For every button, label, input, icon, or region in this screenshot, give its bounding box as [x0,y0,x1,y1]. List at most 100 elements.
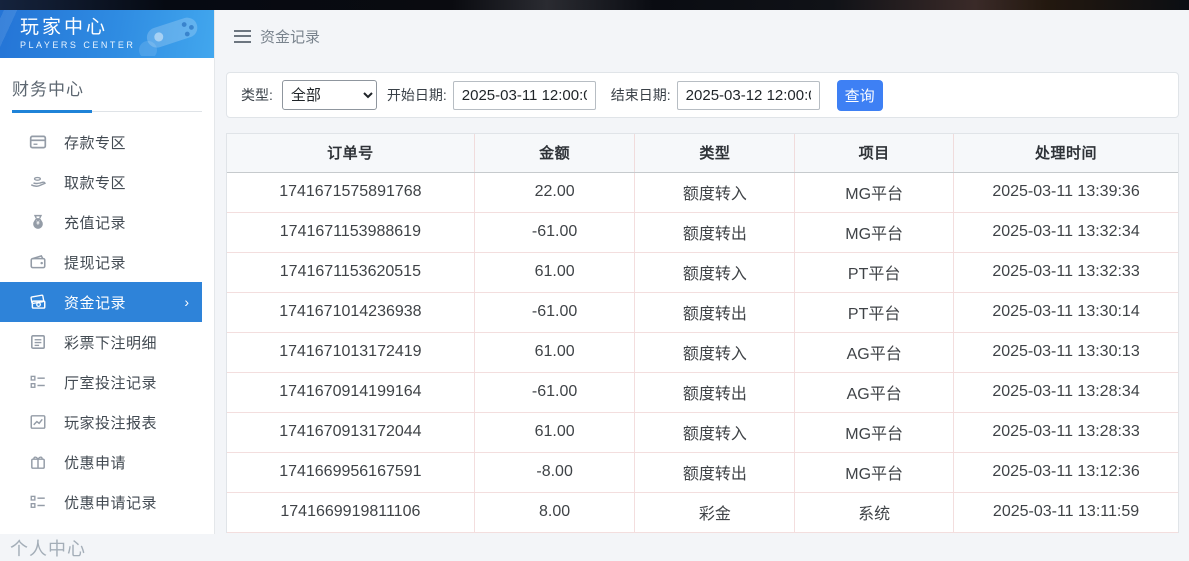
end-date-input[interactable] [677,81,820,110]
table-cell: 2025-03-11 13:30:13 [954,332,1178,372]
table-cell: 61.00 [474,412,635,452]
sidebar-item-1[interactable]: 取款专区 [0,162,214,202]
sidebar-item-4[interactable]: 资金记录 › [0,282,202,322]
sidebar-menu: 存款专区 取款专区 ¥ 充值记录 提现记录 资金记录 › 彩票下注明细 厅室投注… [0,122,214,522]
table-cell: 额度转入 [635,172,795,212]
table-cell: 2025-03-11 13:32:34 [954,212,1178,252]
table-cell: 2025-03-11 13:12:36 [954,452,1178,492]
breadcrumb: 资金记录 [216,10,1189,62]
table-cell: AG平台 [795,332,954,372]
sidebar-item-0[interactable]: 存款专区 [0,122,214,162]
sidebar-item-8[interactable]: 优惠申请 [0,442,214,482]
table-row: 1741671153988619-61.00额度转出MG平台2025-03-11… [227,212,1178,252]
list-icon [29,373,47,391]
start-date-input[interactable] [453,81,596,110]
table-row: 174167101317241961.00额度转入AG平台2025-03-11 … [227,332,1178,372]
funds-table: 订单号金额类型项目处理时间 174167157589176822.00额度转入M… [226,133,1179,533]
table-cell: 1741671153988619 [227,212,474,252]
table-cell: 2025-03-11 13:32:33 [954,252,1178,292]
table-row: 174167091317204461.00额度转入MG平台2025-03-11 … [227,412,1178,452]
chevron-right-icon: › [184,294,189,310]
table-cell: -61.00 [474,372,635,412]
table-cell: 2025-03-11 13:30:14 [954,292,1178,332]
table-cell: MG平台 [795,212,954,252]
finance-section-title: 财务中心 [0,58,214,100]
table-cell: 2025-03-11 13:28:33 [954,412,1178,452]
start-date-label: 开始日期: [387,85,447,105]
table-cell: 1741670913172044 [227,412,474,452]
sidebar-item-label: 玩家投注报表 [64,412,157,433]
hamburger-menu-icon[interactable] [234,30,251,43]
chart-icon [29,413,47,431]
deposit-card-icon [29,133,47,151]
table-row: 174167157589176822.00额度转入MG平台2025-03-11 … [227,172,1178,212]
table-cell: -61.00 [474,212,635,252]
table-cell: 1741670914199164 [227,372,474,412]
sidebar-item-label: 资金记录 [64,292,126,313]
table-cell: 1741669956167591 [227,452,474,492]
table-cell: 22.00 [474,172,635,212]
gamepad-icon [134,12,206,56]
sidebar: 玩家中心 PLAYERS CENTER 财务中心 存款专区 取款专区 ¥ 充值记… [0,10,215,534]
app-logo: 玩家中心 PLAYERS CENTER [0,10,214,58]
table-cell: 额度转入 [635,412,795,452]
table-cell: AG平台 [795,372,954,412]
column-header: 订单号 [227,134,474,172]
table-body: 174167157589176822.00额度转入MG平台2025-03-11 … [227,172,1178,532]
sidebar-item-9[interactable]: 优惠申请记录 [0,482,214,522]
table-cell: 1741671153620515 [227,252,474,292]
sidebar-item-label: 优惠申请记录 [64,492,157,513]
table-cell: MG平台 [795,452,954,492]
sidebar-item-7[interactable]: 玩家投注报表 [0,402,214,442]
column-header: 处理时间 [954,134,1178,172]
funds-icon [29,293,47,311]
table-cell: 61.00 [474,252,635,292]
sidebar-item-label: 提现记录 [64,252,126,273]
table-cell: 61.00 [474,332,635,372]
table-row: 17416699198111068.00彩金系统2025-03-11 13:11… [227,492,1178,532]
section-underline [12,111,202,112]
sidebar-item-6[interactable]: 厅室投注记录 [0,362,214,402]
table-header-row: 订单号金额类型项目处理时间 [227,134,1178,172]
withdraw-hand-icon [29,173,47,191]
table-cell: -8.00 [474,452,635,492]
svg-text:¥: ¥ [36,220,40,227]
column-header: 项目 [795,134,954,172]
table-row: 174167115362051561.00额度转入PT平台2025-03-11 … [227,252,1178,292]
table-cell: 额度转出 [635,212,795,252]
type-select[interactable]: 全部 [282,80,377,110]
gift-icon [29,453,47,471]
table-cell: 额度转入 [635,252,795,292]
page-title: 资金记录 [260,26,320,47]
table-cell: 额度转出 [635,452,795,492]
table-cell: PT平台 [795,292,954,332]
sidebar-item-2[interactable]: ¥ 充值记录 [0,202,214,242]
column-header: 类型 [635,134,795,172]
table-cell: 2025-03-11 13:28:34 [954,372,1178,412]
sidebar-item-label: 优惠申请 [64,452,126,473]
table-cell: 1741671014236938 [227,292,474,332]
sidebar-item-3[interactable]: 提现记录 [0,242,214,282]
query-button[interactable]: 查询 [837,80,883,111]
table-cell: 1741671575891768 [227,172,474,212]
table-cell: PT平台 [795,252,954,292]
table-cell: 彩金 [635,492,795,532]
column-header: 金额 [474,134,635,172]
document-icon [29,333,47,351]
table-cell: -61.00 [474,292,635,332]
table-cell: 1741671013172419 [227,332,474,372]
table-cell: 额度转出 [635,372,795,412]
table-cell: MG平台 [795,412,954,452]
sidebar-item-label: 厅室投注记录 [64,372,157,393]
browser-top-strip [0,0,1189,10]
sidebar-item-5[interactable]: 彩票下注明细 [0,322,214,362]
sidebar-item-label: 存款专区 [64,132,126,153]
sidebar-item-label: 彩票下注明细 [64,332,157,353]
type-label: 类型: [241,85,273,105]
sidebar-item-label: 取款专区 [64,172,126,193]
table-cell: 系统 [795,492,954,532]
list-icon [29,493,47,511]
personal-section-title: 个人中心 [0,522,214,561]
table-row: 1741671014236938-61.00额度转出PT平台2025-03-11… [227,292,1178,332]
table-cell: 额度转出 [635,292,795,332]
